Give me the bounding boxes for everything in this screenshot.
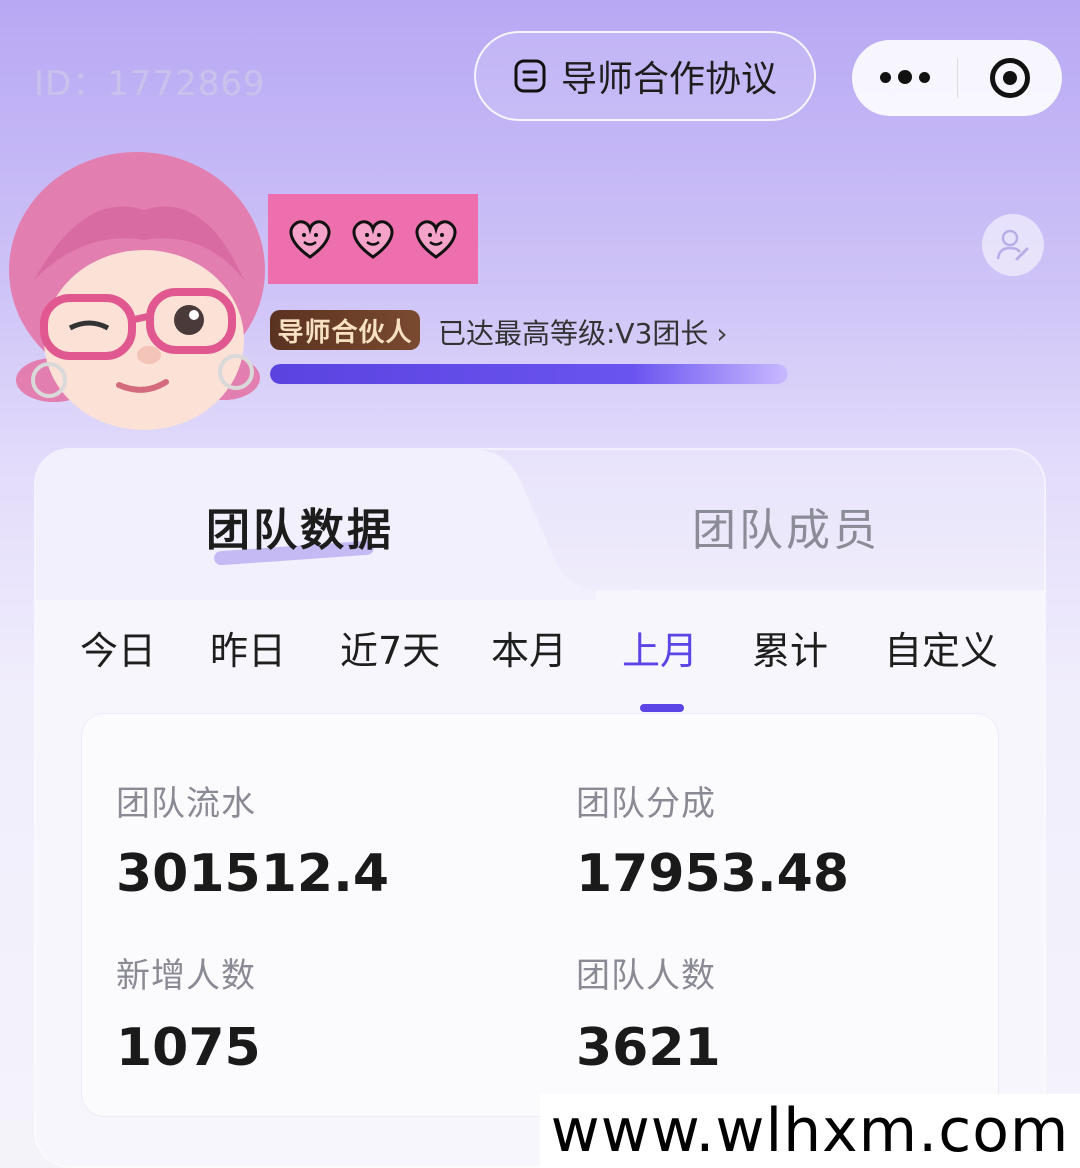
- stat-value-team-size: 3621: [576, 1018, 721, 1078]
- period-cumulative[interactable]: 累计: [752, 620, 828, 675]
- profile-edit-button[interactable]: [982, 214, 1044, 276]
- nickname-badge: [268, 194, 478, 284]
- mentor-agreement-button[interactable]: 导师合作协议: [474, 31, 816, 121]
- stat-value-team-share: 17953.48: [576, 844, 850, 904]
- document-icon: [514, 59, 546, 93]
- level-progress-bar: [270, 364, 788, 384]
- chevron-right-icon: ›: [716, 317, 728, 350]
- period-active-indicator: [640, 704, 684, 712]
- stat-value-team-turnover: 301512.4: [116, 844, 390, 904]
- period-last-month[interactable]: 上月: [622, 620, 698, 675]
- heart-face-icon: [289, 220, 331, 259]
- stats-panel: 团队流水 301512.4 团队分成 17953.48 新增人数 1075 团队…: [82, 714, 998, 1116]
- level-status-link[interactable]: 已达最高等级:V3团长 ›: [438, 312, 728, 352]
- tab-team-members[interactable]: 团队成员: [692, 494, 880, 558]
- stat-label-team-turnover: 团队流水: [116, 784, 256, 824]
- miniprogram-capsule: [852, 40, 1062, 116]
- level-tag: 导师合伙人: [270, 310, 420, 350]
- period-today[interactable]: 今日: [80, 620, 156, 675]
- tab-team-data[interactable]: 团队数据: [206, 494, 394, 558]
- mentor-agreement-label: 导师合作协议: [560, 59, 777, 100]
- more-menu-icon[interactable]: [852, 70, 957, 85]
- period-this-month[interactable]: 本月: [491, 620, 567, 675]
- stat-label-new-members: 新增人数: [116, 956, 256, 996]
- period-filter: 今日 昨日 近7天 本月 上月 累计 自定义: [36, 620, 1044, 680]
- period-yesterday[interactable]: 昨日: [210, 620, 286, 675]
- stat-label-team-share: 团队分成: [576, 784, 716, 824]
- period-custom[interactable]: 自定义: [884, 620, 998, 675]
- target-icon: [990, 58, 1030, 98]
- close-miniprogram-button[interactable]: [958, 58, 1062, 98]
- level-status-text: 已达最高等级:V3团长: [438, 317, 709, 350]
- stat-label-team-size: 团队人数: [576, 956, 716, 996]
- watermark-text: www.wlhxm.com: [540, 1094, 1080, 1168]
- stat-value-new-members: 1075: [116, 1018, 261, 1078]
- avatar[interactable]: [4, 150, 270, 430]
- level-progress-fill: [270, 364, 788, 384]
- period-last-7-days[interactable]: 近7天: [340, 620, 440, 675]
- user-edit-icon: [996, 229, 1029, 261]
- user-id: ID：1772869: [34, 64, 266, 104]
- heart-face-icon: [352, 220, 394, 259]
- team-card: 团队数据 团队成员 今日 昨日 近7天 本月 上月 累计 自定义 团队流水 30…: [36, 450, 1044, 1166]
- heart-face-icon: [415, 220, 457, 259]
